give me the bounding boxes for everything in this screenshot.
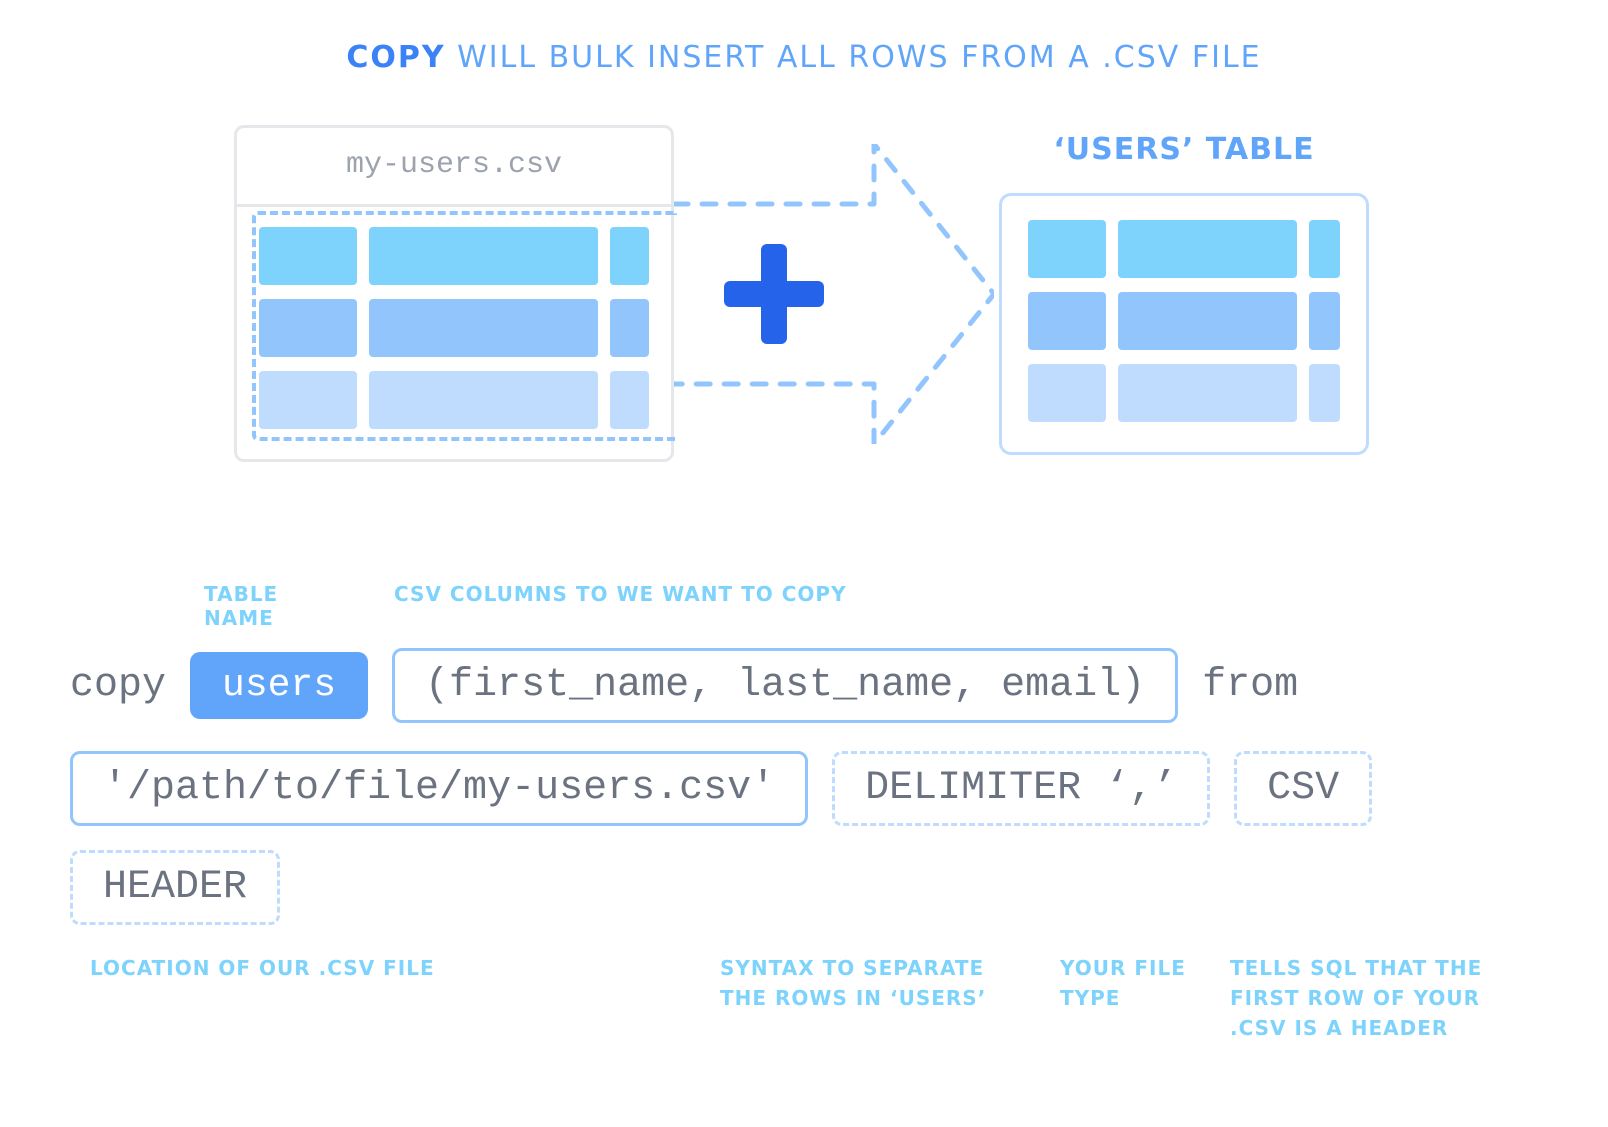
caption-keyword: COPY [346,40,445,75]
table-title: ‘USERS’ TABLE [994,132,1374,167]
diagram-caption: COPY WILL BULK INSERT ALL ROWS FROM A .C… [60,40,1548,75]
pill-columns: (first_name, last_name, email) [392,648,1178,723]
kw-from: from [1202,663,1298,708]
csv-filename: my-users.csv [237,128,671,207]
arrow-illustration [674,144,994,444]
kw-copy: copy [70,663,166,708]
users-table-illustration: ‘USERS’ TABLE [994,132,1374,455]
diagram-visual: my-users.csv ‘USERS’ TABLE [60,125,1548,462]
pill-delimiter: DELIMITER ‘,’ [832,751,1210,826]
desc-csv: YOUR FILE TYPE [1060,953,1200,1043]
csv-rows [237,207,671,459]
label-table-name: TABLE NAME [204,582,354,630]
label-columns: CSV COLUMNS TO WE WANT TO COPY [394,582,847,630]
desc-header: TELLS SQL THAT THE FIRST ROW OF YOUR .CS… [1230,953,1538,1043]
desc-location: LOCATION OF OUR .CSV FILE [90,953,690,1043]
arrow-icon [674,144,994,444]
pill-table: users [190,652,368,719]
syntax-line-1: copy users (first_name, last_name, email… [70,648,1538,723]
csv-file-illustration: my-users.csv [234,125,674,462]
pill-path: '/path/to/file/my-users.csv' [70,751,808,826]
caption-rest: WILL BULK INSERT ALL ROWS FROM A .CSV FI… [446,40,1262,75]
syntax-line-2: '/path/to/file/my-users.csv' DELIMITER ‘… [70,751,1538,925]
desc-delimiter: SYNTAX TO SEPARATE THE ROWS IN ‘USERS’ [720,953,1030,1043]
syntax-breakdown: TABLE NAME CSV COLUMNS TO WE WANT TO COP… [70,582,1538,1043]
pill-csv: CSV [1234,751,1372,826]
plus-icon [724,244,824,344]
pill-header: HEADER [70,850,280,925]
